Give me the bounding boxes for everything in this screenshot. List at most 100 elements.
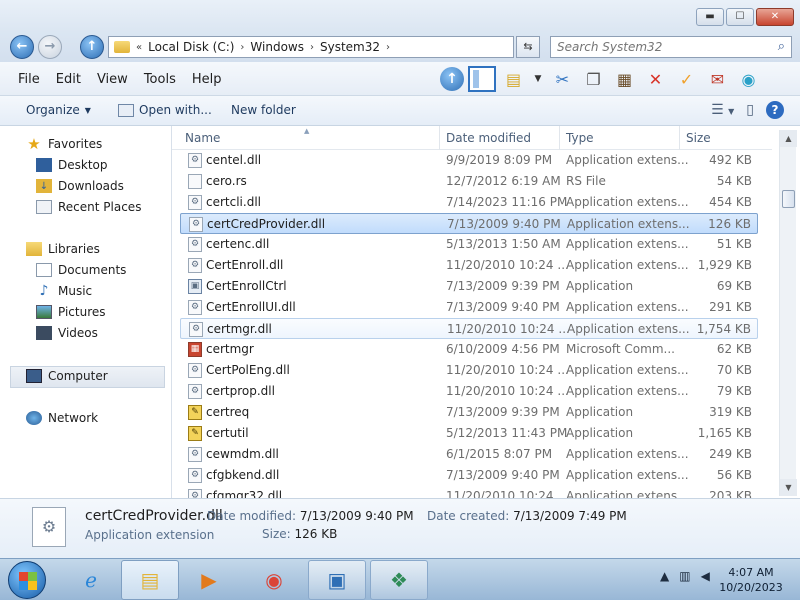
table-row[interactable]: ✎ certreq 7/13/2009 9:39 PM Application 319 …: [180, 402, 758, 423]
help-icon[interactable]: ?: [766, 101, 784, 119]
table-row[interactable]: ⚙ certprop.dll 11/20/2010 10:24 ... Applica…: [180, 381, 758, 402]
folder-options-icon[interactable]: ▤: [500, 66, 527, 92]
column-name[interactable]: Name: [185, 131, 220, 145]
chevron-right-icon[interactable]: ›: [240, 42, 244, 53]
address-bar[interactable]: « Local Disk (C:) › Windows › System32 ›: [108, 36, 514, 58]
column-divider[interactable]: [559, 126, 560, 150]
delete-icon[interactable]: ✕: [642, 66, 669, 92]
nav-libraries[interactable]: Libraries: [26, 242, 100, 256]
table-row[interactable]: ⚙ certcli.dll 7/14/2023 11:16 PM Applicatio…: [180, 192, 758, 213]
column-size[interactable]: Size: [686, 131, 711, 145]
chevron-right-icon[interactable]: ›: [310, 42, 314, 53]
preview-pane-icon[interactable]: [468, 66, 496, 92]
breadcrumb-overflow-icon[interactable]: «: [136, 42, 142, 53]
breadcrumb-item[interactable]: System32: [320, 40, 380, 54]
menu-file[interactable]: File: [10, 72, 48, 87]
table-row[interactable]: ⚙ CertEnrollUI.dll 7/13/2009 9:40 PM Applic…: [180, 297, 758, 318]
copy-icon[interactable]: ❐: [580, 66, 607, 92]
nav-item-music[interactable]: ♪ Music: [36, 283, 93, 299]
preview-pane-toggle-icon[interactable]: ▯: [746, 102, 754, 118]
vertical-scrollbar[interactable]: ▲ ▼: [779, 130, 797, 496]
table-row[interactable]: ⚙ centel.dll 9/9/2019 8:09 PM Application e…: [180, 150, 758, 171]
refresh-button[interactable]: ⇆: [516, 36, 540, 58]
table-row[interactable]: ⚙ cewmdm.dll 6/1/2015 8:07 PM Application e…: [180, 444, 758, 465]
paste-icon[interactable]: ▦: [611, 66, 638, 92]
file-name: certprop.dll: [206, 384, 275, 398]
menu-view[interactable]: View: [89, 72, 136, 87]
up-folder-icon[interactable]: ↑: [440, 67, 464, 91]
breadcrumb-item[interactable]: Windows: [250, 40, 304, 54]
videos-icon: [36, 326, 52, 340]
checkmark-icon[interactable]: ✓: [673, 66, 700, 92]
new-folder-button[interactable]: New folder: [231, 103, 296, 117]
network-status-icon[interactable]: ▥: [679, 569, 690, 583]
nav-label: Pictures: [58, 305, 106, 319]
table-row[interactable]: ⚙ cfgmgr32.dll 11/20/2010 10:24 ... Applica…: [180, 486, 758, 498]
table-row[interactable]: ✎ certutil 5/12/2013 11:43 PM Application 1,…: [180, 423, 758, 444]
table-row[interactable]: cero.rs 12/7/2012 6:19 AM RS File 54 KB: [180, 171, 758, 192]
breadcrumb-item[interactable]: Local Disk (C:): [148, 40, 234, 54]
maximize-button[interactable]: ☐: [726, 8, 754, 26]
scroll-up-icon[interactable]: ▲: [780, 130, 797, 147]
taskbar-media-player-icon[interactable]: ▶: [180, 560, 238, 600]
open-with-button[interactable]: Open with...: [118, 103, 212, 117]
search-icon[interactable]: ⌕: [778, 39, 785, 54]
table-row[interactable]: ⚙ cfgbkend.dll 7/13/2009 9:40 PM Applicatio…: [180, 465, 758, 486]
scrollbar-thumb[interactable]: [782, 190, 795, 208]
taskbar-registry-editor-icon[interactable]: ❖: [370, 560, 428, 600]
nav-network[interactable]: Network: [26, 411, 98, 425]
table-row[interactable]: ⚙ certenc.dll 5/13/2013 1:50 AM Application…: [180, 234, 758, 255]
msc-icon: ▦: [188, 342, 202, 357]
nav-item-desktop[interactable]: Desktop: [36, 158, 108, 172]
table-row[interactable]: ⚙ CertEnroll.dll 11/20/2010 10:24 ... Appli…: [180, 255, 758, 276]
nav-item-recent-places[interactable]: Recent Places: [36, 200, 141, 214]
table-row[interactable]: ⚙ CertPolEng.dll 11/20/2010 10:24 ... Appli…: [180, 360, 758, 381]
column-divider[interactable]: [439, 126, 440, 150]
file-type: Application extens...: [566, 468, 689, 482]
column-type[interactable]: Type: [566, 131, 594, 145]
chevron-right-icon[interactable]: ›: [386, 42, 390, 53]
organize-button[interactable]: Organize ▼: [26, 103, 91, 117]
shell-icon[interactable]: ◉: [735, 66, 762, 92]
system-clock[interactable]: 4:07 AM 10/20/2023: [718, 565, 784, 595]
column-divider[interactable]: [679, 126, 680, 150]
cut-icon[interactable]: ✂: [549, 66, 576, 92]
file-size: 56 KB: [716, 468, 752, 482]
nav-item-videos[interactable]: Videos: [36, 326, 98, 340]
start-button[interactable]: [8, 561, 46, 599]
menu-help[interactable]: Help: [184, 72, 230, 87]
up-button[interactable]: ↑: [80, 35, 104, 59]
table-row[interactable]: ⚙ certCredProvider.dll 7/13/2009 9:40 PM Ap…: [180, 213, 758, 234]
taskbar-internet-explorer-icon[interactable]: ℯ: [62, 560, 120, 600]
file-date-modified: 12/7/2012 6:19 AM: [446, 174, 561, 188]
window-controls: ▬ ☐ ✕: [696, 8, 794, 26]
menu-tools[interactable]: Tools: [136, 72, 184, 87]
close-button[interactable]: ✕: [756, 8, 794, 26]
nav-item-pictures[interactable]: Pictures: [36, 305, 106, 319]
column-date-modified[interactable]: Date modified: [446, 131, 531, 145]
nav-favorites[interactable]: ★ Favorites: [26, 135, 102, 153]
table-row[interactable]: ▣ CertEnrollCtrl 7/13/2009 9:39 PM Applicat…: [180, 276, 758, 297]
nav-computer[interactable]: Computer: [26, 369, 108, 383]
nav-label: Desktop: [58, 158, 108, 172]
nav-item-downloads[interactable]: ↓ Downloads: [36, 179, 124, 193]
minimize-button[interactable]: ▬: [696, 8, 724, 26]
scroll-down-icon[interactable]: ▼: [780, 479, 797, 496]
nav-item-documents[interactable]: Documents: [36, 263, 126, 277]
chevron-down-icon[interactable]: ▼: [531, 66, 545, 92]
file-type: Application extens...: [566, 447, 689, 461]
view-options-icon[interactable]: ☰ ▼: [711, 102, 734, 118]
back-button[interactable]: ←: [10, 35, 34, 59]
search-input[interactable]: [551, 37, 761, 57]
taskbar-explorer-icon[interactable]: ▤: [121, 560, 179, 600]
taskbar-remote-desktop-icon[interactable]: ▣: [308, 560, 366, 600]
taskbar-chrome-icon[interactable]: ◉: [245, 560, 303, 600]
show-hidden-icons-icon[interactable]: ▲: [660, 569, 669, 583]
volume-muted-icon[interactable]: ◀: [701, 569, 710, 583]
table-row[interactable]: ⚙ certmgr.dll 11/20/2010 10:24 ... Applicat…: [180, 318, 758, 339]
menu-edit[interactable]: Edit: [48, 72, 89, 87]
search-box[interactable]: ⌕: [550, 36, 792, 58]
table-row[interactable]: ▦ certmgr 6/10/2009 4:56 PM Microsoft Comm.…: [180, 339, 758, 360]
email-icon[interactable]: ✉: [704, 66, 731, 92]
forward-button[interactable]: →: [38, 35, 62, 59]
